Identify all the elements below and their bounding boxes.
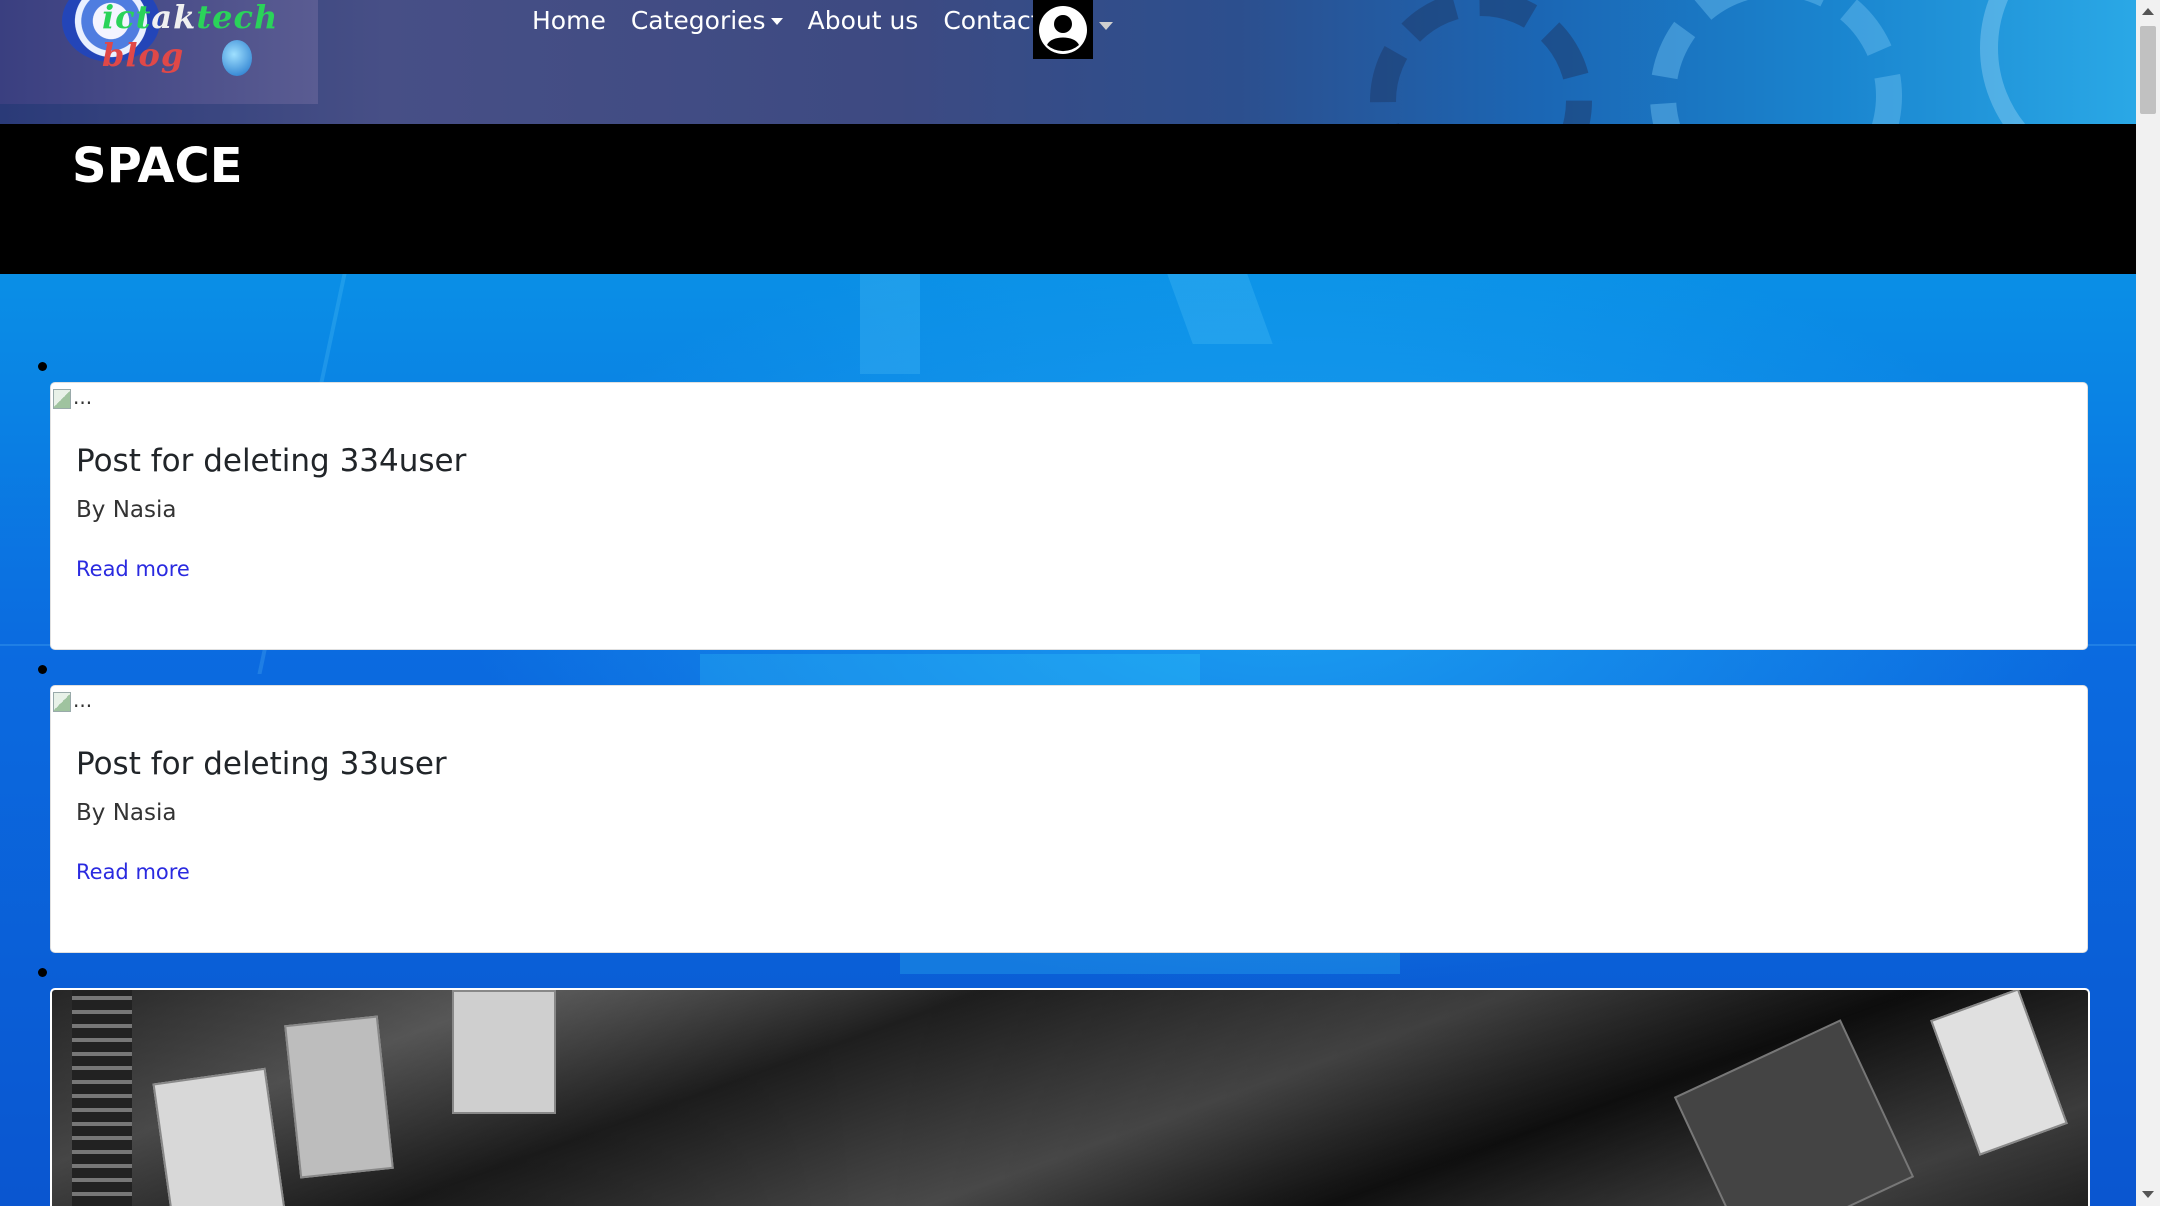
list-bullet (38, 665, 47, 674)
read-more-link[interactable]: Read more (76, 860, 190, 884)
scroll-down-arrow-icon[interactable] (2142, 1191, 2154, 1198)
list-bullet (38, 362, 47, 371)
scroll-up-arrow-icon[interactable] (2142, 8, 2154, 15)
gear-decoration (1370, 0, 1592, 124)
post-card: ... Post for deleting 33user By Nasia Re… (50, 685, 2088, 953)
posts-section: ... Post for deleting 334user By Nasia R… (0, 274, 2136, 1206)
nav-home[interactable]: Home (532, 2, 606, 40)
site-logo[interactable]: ictaktech blog (0, 0, 318, 104)
main-nav: Home Categories About us Contact us (532, 2, 1102, 40)
read-more-link[interactable]: Read more (76, 557, 190, 581)
nav-about[interactable]: About us (808, 2, 919, 40)
photo-detail (1930, 990, 2068, 1156)
logo-text: ictaktech blog (102, 0, 279, 74)
photo-detail (1673, 1019, 1915, 1206)
gear-decoration (1650, 0, 1902, 124)
nav-categories-dropdown[interactable]: Categories (631, 2, 783, 40)
post-author: By Nasia (76, 800, 177, 826)
page-scrollbar[interactable] (2136, 0, 2160, 1206)
post-thumbnail: ... (53, 385, 92, 409)
category-banner: SPACE (0, 124, 2136, 274)
list-bullet (38, 968, 47, 977)
photo-detail (152, 1067, 286, 1206)
gear-decoration (1980, 0, 2136, 124)
background-line (860, 274, 920, 374)
post-title: Post for deleting 334user (76, 443, 467, 479)
post-author: By Nasia (76, 497, 177, 523)
background-line (1167, 274, 1273, 344)
user-menu-button[interactable] (1033, 0, 1093, 59)
photo-detail (452, 990, 556, 1114)
caret-down-icon (770, 17, 783, 25)
broken-image-icon (53, 692, 71, 712)
post-thumbnail: ... (53, 688, 92, 712)
post-title: Post for deleting 33user (76, 746, 447, 782)
logo-drop-icon (222, 40, 252, 76)
caret-down-icon[interactable] (1099, 22, 1113, 30)
page-title: SPACE (72, 138, 243, 194)
post-card: ... Post for deleting 334user By Nasia R… (50, 382, 2088, 650)
post-image[interactable] (50, 988, 2090, 1206)
user-avatar-icon (1039, 5, 1087, 54)
scroll-thumb[interactable] (2140, 26, 2156, 114)
photo-detail (72, 990, 132, 1206)
broken-image-icon (53, 389, 71, 409)
photo-detail (284, 1015, 394, 1179)
site-header: ictaktech blog Home Categories About us … (0, 0, 2136, 124)
